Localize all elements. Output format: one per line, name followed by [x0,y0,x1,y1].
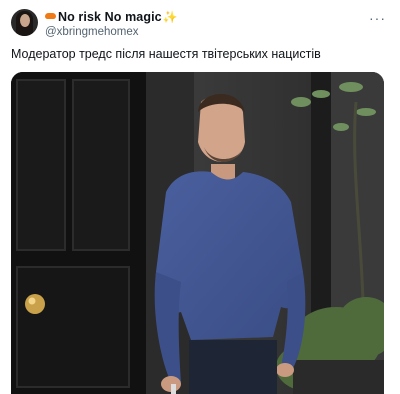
author-handle[interactable]: @xbringmehomex [45,26,178,38]
photo-illustration [11,72,384,394]
more-options-icon[interactable]: ··· [369,10,386,26]
author-name-row[interactable]: No risk No magic ✨ [45,8,178,25]
post-card[interactable]: No risk No magic ✨ @xbringmehomex ··· Мо… [0,0,400,394]
post-header: No risk No magic ✨ @xbringmehomex [45,8,178,38]
avatar[interactable] [11,9,38,36]
lips-emoji-icon [45,12,56,19]
post-image[interactable] [11,72,384,394]
post-text: Модератор тредс після нашестя твітерськи… [11,47,321,61]
avatar-face [20,14,30,27]
sparkles-emoji-icon: ✨ [162,9,178,24]
author-display-name[interactable]: No risk No magic [58,10,162,24]
